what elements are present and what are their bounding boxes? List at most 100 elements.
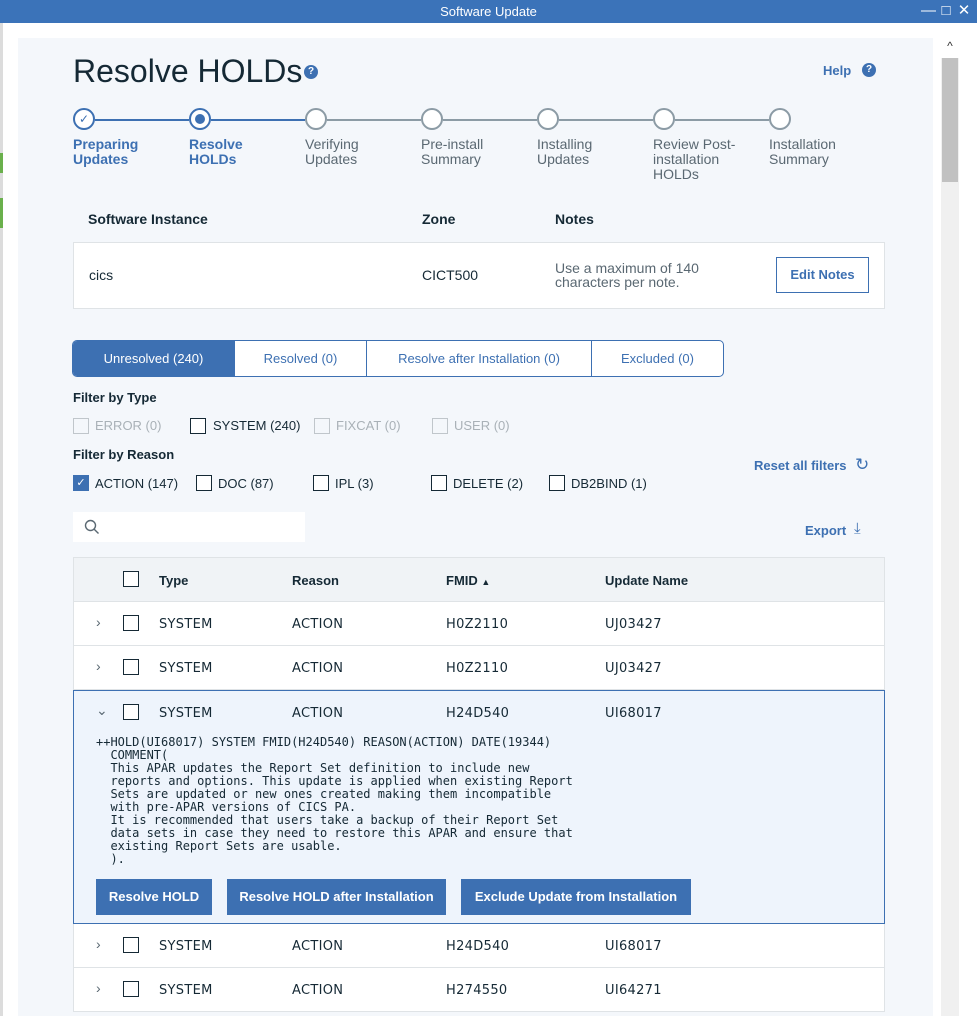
- zone-value: CICT500: [422, 267, 479, 283]
- maximize-icon[interactable]: □: [939, 2, 953, 20]
- cell-reason: ACTION: [292, 706, 344, 721]
- step-pending-icon: [421, 108, 443, 130]
- download-icon[interactable]: ⤓: [854, 520, 861, 537]
- cell-reason: ACTION: [292, 661, 344, 676]
- step-pending-icon: [653, 108, 675, 130]
- step-installation-summary: Installation Summary: [769, 136, 836, 167]
- expanded-table-row: ⌄ SYSTEM ACTION H24D540 UI68017 ++HOLD(U…: [73, 690, 885, 924]
- stepper-connector: [443, 119, 537, 121]
- chevron-down-icon[interactable]: ⌄: [96, 702, 108, 719]
- cell-update-name: UI68017: [605, 706, 662, 721]
- step-verifying-updates: Verifying Updates: [305, 136, 359, 167]
- hold-details-text: ++HOLD(UI68017) SYSTEM FMID(H24D540) REA…: [96, 735, 573, 866]
- column-header-reason[interactable]: Reason: [292, 573, 339, 588]
- table-row[interactable]: › SYSTEM ACTION H274550 UI64271: [73, 968, 885, 1012]
- help-icon[interactable]: ?: [862, 63, 876, 77]
- select-all-checkbox[interactable]: [123, 571, 139, 587]
- chevron-right-icon[interactable]: ›: [96, 980, 101, 996]
- notes-text: Use a maximum of 140 characters per note.: [555, 260, 699, 290]
- cell-update-name: UJ03427: [605, 617, 662, 632]
- resolve-hold-button[interactable]: Resolve HOLD: [96, 879, 212, 915]
- scroll-up-icon[interactable]: ^: [941, 39, 959, 55]
- row-checkbox[interactable]: [123, 937, 139, 953]
- table-row[interactable]: › SYSTEM ACTION H24D540 UI68017: [73, 924, 885, 968]
- table-row[interactable]: › SYSTEM ACTION H0Z2110 UJ03427: [73, 602, 885, 646]
- resolve-hold-after-installation-button[interactable]: Resolve HOLD after Installation: [227, 879, 446, 915]
- zone-header: Zone: [422, 211, 456, 227]
- filter-reason-action-label: ACTION (147): [95, 476, 179, 491]
- cell-type: SYSTEM: [159, 617, 213, 632]
- stepper-connector: [675, 119, 769, 121]
- exclude-update-button[interactable]: Exclude Update from Installation: [461, 879, 691, 915]
- filter-type-system-checkbox[interactable]: [190, 418, 206, 434]
- scrollbar-thumb[interactable]: [942, 58, 958, 182]
- row-checkbox[interactable]: [123, 704, 139, 720]
- column-header-fmid-label: FMID: [446, 573, 478, 588]
- background-window-edge: [0, 23, 3, 1016]
- tab-unresolved[interactable]: Unresolved (240): [73, 341, 235, 376]
- tab-excluded[interactable]: Excluded (0): [592, 341, 723, 376]
- cell-fmid: H24D540: [446, 939, 510, 954]
- filter-reason-delete-label: DELETE (2): [453, 476, 524, 491]
- step-pending-icon: [305, 108, 327, 130]
- stepper-connector: [327, 119, 421, 121]
- tab-resolve-after-installation[interactable]: Resolve after Installation (0): [367, 341, 592, 376]
- software-instance-value: cics: [89, 267, 114, 283]
- stepper-connector: [211, 119, 305, 121]
- close-icon[interactable]: ✕: [957, 2, 971, 20]
- chevron-right-icon[interactable]: ›: [96, 614, 101, 630]
- chevron-right-icon[interactable]: ›: [96, 936, 101, 952]
- tab-resolved[interactable]: Resolved (0): [235, 341, 367, 376]
- filter-reason-delete-checkbox[interactable]: [431, 475, 447, 491]
- column-header-update-name[interactable]: Update Name: [605, 573, 688, 588]
- software-instance-header: Software Instance: [88, 211, 208, 227]
- cell-type: SYSTEM: [159, 983, 213, 998]
- filter-type-user-label: USER (0): [454, 418, 510, 433]
- cell-type: SYSTEM: [159, 706, 213, 721]
- filter-reason-ipl-label: IPL (3): [335, 476, 374, 491]
- filter-type-system-label: SYSTEM (240): [213, 418, 301, 433]
- scrollbar-track[interactable]: [941, 58, 959, 1016]
- stepper-connector: [559, 119, 653, 121]
- row-checkbox[interactable]: [123, 981, 139, 997]
- edit-notes-button[interactable]: Edit Notes: [776, 257, 869, 293]
- column-header-type[interactable]: Type: [159, 573, 188, 588]
- cell-type: SYSTEM: [159, 661, 213, 676]
- filter-reason-doc-checkbox[interactable]: [196, 475, 212, 491]
- reset-all-filters-link[interactable]: Reset all filters: [754, 458, 847, 473]
- row-checkbox[interactable]: [123, 659, 139, 675]
- cell-fmid: H274550: [446, 983, 508, 998]
- notes-header: Notes: [555, 211, 594, 227]
- cell-fmid: H0Z2110: [446, 661, 509, 676]
- table-row[interactable]: › SYSTEM ACTION H0Z2110 UJ03427: [73, 646, 885, 690]
- sort-ascending-icon: ▲: [481, 577, 491, 587]
- page-title: Resolve HOLDs: [73, 53, 303, 89]
- filter-reason-action-checkbox[interactable]: ✓: [73, 475, 89, 491]
- instance-row: [73, 242, 885, 309]
- step-pending-icon: [769, 108, 791, 130]
- title-help-icon[interactable]: ?: [304, 65, 318, 79]
- step-installing-updates: Installing Updates: [537, 136, 593, 167]
- reset-icon[interactable]: ↻: [855, 455, 869, 475]
- table-header-row: Type Reason FMID ▲ Update Name: [73, 557, 885, 602]
- filter-type-error-checkbox: [73, 418, 89, 434]
- step-checkmark-icon: ✓: [73, 108, 95, 130]
- search-icon: [84, 519, 99, 534]
- filter-reason-doc-label: DOC (87): [218, 476, 274, 491]
- search-input[interactable]: [73, 512, 305, 542]
- step-current-icon: [189, 108, 211, 130]
- column-header-fmid[interactable]: FMID ▲: [446, 573, 490, 588]
- filter-by-type-title: Filter by Type: [73, 390, 157, 405]
- export-link[interactable]: Export: [805, 523, 846, 538]
- chevron-right-icon[interactable]: ›: [96, 658, 101, 674]
- filter-reason-db2bind-checkbox[interactable]: [549, 475, 565, 491]
- row-checkbox[interactable]: [123, 615, 139, 631]
- help-link[interactable]: Help: [823, 63, 851, 78]
- window-title: Software Update: [440, 4, 537, 19]
- minimize-icon[interactable]: —: [921, 2, 936, 20]
- filter-type-fixcat-label: FIXCAT (0): [336, 418, 401, 433]
- filter-reason-ipl-checkbox[interactable]: [313, 475, 329, 491]
- cell-fmid: H24D540: [446, 706, 510, 721]
- cell-update-name: UI64271: [605, 983, 662, 998]
- cell-reason: ACTION: [292, 983, 344, 998]
